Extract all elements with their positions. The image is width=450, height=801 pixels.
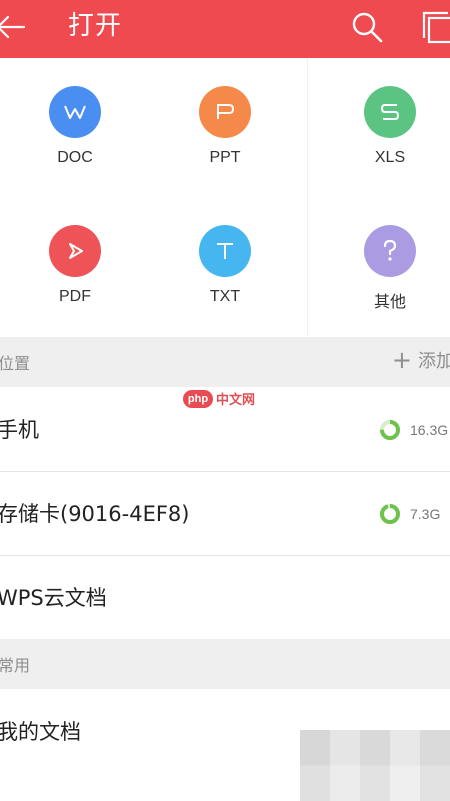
file-type-label: XLS [374, 149, 406, 166]
location-item-wps-cloud[interactable]: WPS云文档 [0, 556, 450, 639]
location-item-sdcard[interactable]: 存储卡(9016-4EF8) 7.3G [0, 472, 450, 555]
file-type-xls[interactable]: XLS [315, 58, 450, 197]
file-type-other[interactable]: 其他 [315, 197, 450, 336]
file-type-pdf[interactable]: PDF [0, 197, 150, 336]
section-header-locations: 位置 + 添加 [0, 337, 450, 387]
top-app-bar: 打开 [0, 0, 450, 58]
txt-icon [199, 225, 251, 277]
storage-size: 16.3G [410, 422, 449, 438]
plus-icon: + [391, 346, 412, 374]
file-type-label: DOC [57, 149, 93, 166]
storage-ring-icon [380, 504, 400, 524]
watermark-text: 中文网 [216, 393, 256, 408]
ppt-icon [199, 86, 251, 138]
file-type-label: PPT [209, 149, 241, 166]
file-type-label: TXT [209, 288, 241, 305]
storage-ring-icon [380, 420, 400, 440]
location-name: 存储卡(9016-4EF8) [0, 502, 190, 526]
file-type-label: 其他 [373, 294, 406, 311]
storage-size: 7.3G [410, 506, 441, 522]
search-icon[interactable] [350, 10, 384, 44]
multi-window-icon[interactable] [420, 10, 450, 44]
watermark: php 中文网 [183, 389, 255, 408]
file-type-grid: DOC PPT XLS PDF TXT 其他 [0, 58, 450, 336]
storage-usage: 16.3G [379, 419, 448, 441]
location-name: 手机 [0, 418, 39, 442]
pdf-icon [49, 225, 101, 277]
question-mark-icon [364, 225, 416, 277]
add-label: 添加 [418, 351, 450, 372]
pixelated-patch [300, 730, 450, 801]
location-name: WPS云文档 [0, 586, 107, 610]
section-header-common: 常用 [0, 639, 450, 689]
doc-icon [49, 86, 101, 138]
file-type-ppt[interactable]: PPT [150, 58, 300, 197]
grid-divider [307, 58, 308, 336]
section-title: 位置 [0, 354, 31, 373]
xls-icon [364, 86, 416, 138]
storage-usage: 7.3G [379, 503, 440, 525]
watermark-logo: php [183, 389, 213, 408]
section-title: 常用 [0, 656, 31, 675]
file-type-label: PDF [59, 288, 91, 305]
page-title: 打开 [68, 11, 123, 41]
file-type-txt[interactable]: TXT [150, 197, 300, 336]
common-item-name: 我的文档 [0, 720, 81, 744]
add-location-button[interactable]: + 添加 [392, 347, 450, 373]
file-type-doc[interactable]: DOC [0, 58, 150, 197]
storage-ring-fill [380, 504, 400, 524]
arrow-left-icon[interactable] [0, 12, 28, 42]
